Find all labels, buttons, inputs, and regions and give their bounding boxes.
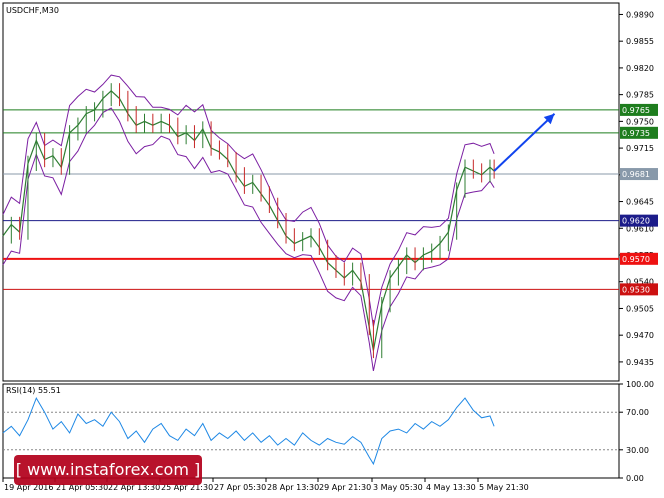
watermark-logo: [ www.instaforex.com ] — [14, 455, 202, 485]
price-tick-label: 0.9435 — [626, 358, 654, 367]
price-tick-label: 0.9505 — [626, 304, 654, 313]
chart-canvas: 0.9890 0.9855 0.9820 0.9785 0.9750 0.9715 0.96… — [0, 0, 664, 498]
level-badge-label: 0.9570 — [622, 255, 650, 264]
chart-title: USDCHF,M30 — [6, 6, 59, 15]
level-badge-label: 0.9620 — [622, 217, 650, 226]
price-tick-label: 0.9645 — [626, 198, 654, 207]
level-badge-label: 0.9681 — [622, 170, 650, 179]
price-tick-label: 0.9470 — [626, 331, 654, 340]
rsi-title: RSI(14) 55.51 — [6, 386, 61, 395]
rsi-tick-label: 100.00 — [626, 380, 654, 389]
time-tick-label: 28 Apr 13:30 — [267, 483, 319, 492]
rsi-tick-label: 0.00 — [626, 474, 644, 483]
price-tick-label: 0.9855 — [626, 37, 654, 46]
level-badge-label: 0.9765 — [622, 106, 650, 115]
level-badge-label: 0.9530 — [622, 285, 650, 294]
time-tick-label: 3 May 05:30 — [373, 483, 423, 492]
price-tick-label: 0.9785 — [626, 91, 654, 100]
level-badge-label: 0.9735 — [622, 129, 650, 138]
price-tick-label: 0.9890 — [626, 10, 654, 19]
time-tick-label: 29 Apr 21:30 — [319, 483, 371, 492]
price-tick-label: 0.9820 — [626, 64, 654, 73]
price-tick-label: 0.9715 — [626, 144, 654, 153]
rsi-tick-label: 70.00 — [626, 408, 649, 417]
price-tick-label: 0.9750 — [626, 117, 654, 126]
time-tick-label: 5 May 21:30 — [479, 483, 529, 492]
time-tick-label: 27 Apr 05:30 — [214, 483, 266, 492]
rsi-tick-label: 30.00 — [626, 446, 649, 455]
time-tick-label: 4 May 13:30 — [426, 483, 476, 492]
